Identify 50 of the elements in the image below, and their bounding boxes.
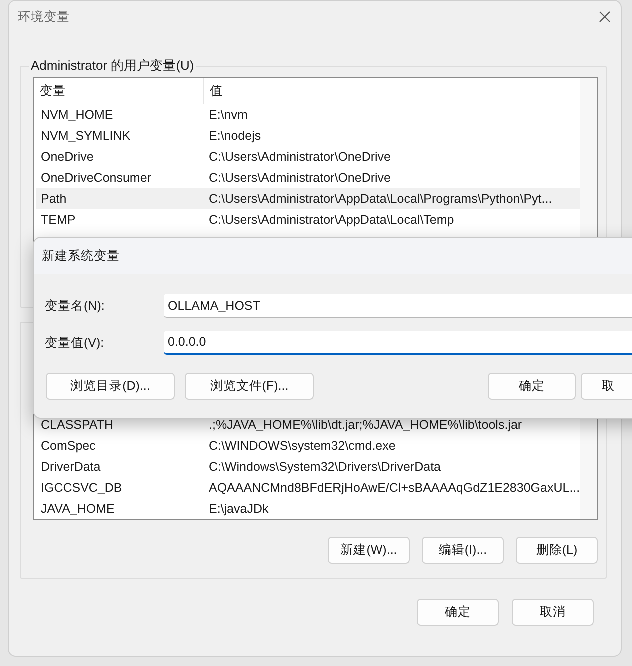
column-header[interactable]: 变量 — [34, 78, 204, 104]
variable-name: TEMP — [40, 212, 77, 226]
variable-name: CLASSPATH — [40, 418, 114, 432]
list-row[interactable]: DriverData C:\Windows\System32\Drivers\DriverData — [36, 456, 583, 477]
list-row[interactable]: TEMP C:\Users\Administrator\AppData\Local\Temp — [36, 209, 583, 230]
list-row[interactable]: OneDriveConsumer C:\Users\Administrator\OneDrive — [36, 167, 583, 188]
window-title: 环境变量 — [18, 8, 70, 26]
variable-value: E:\javaJDk — [208, 502, 270, 516]
variable-name: IGCCSVC_DB — [40, 480, 124, 494]
variable-value: C:\Users\Administrator\OneDrive — [208, 170, 392, 184]
field-label: 变量值(V): — [44, 334, 106, 352]
list-action-button[interactable]: 删除(L) — [516, 537, 598, 564]
dialog-button[interactable]: 取消 — [512, 599, 594, 626]
close-icon[interactable] — [599, 11, 611, 23]
list-action-button[interactable]: 编辑(I)... — [422, 537, 504, 564]
variable-value: C:\WINDOWS\system32\cmd.exe — [208, 438, 397, 452]
variable-name: NVM_HOME — [40, 108, 114, 122]
variable-name: JAVA_HOME — [40, 502, 116, 516]
variable-value: .;%JAVA_HOME%\lib\dt.jar;%JAVA_HOME%\lib\tools.jar — [208, 418, 524, 432]
list-row[interactable]: NVM_HOME E:\nvm — [36, 104, 583, 125]
input-field[interactable]: 0.0.0.0 — [164, 331, 632, 355]
variable-name: NVM_SYMLINK — [40, 128, 132, 142]
variable-value: C:\Users\Administrator\OneDrive — [208, 150, 392, 164]
list-row[interactable]: JAVA_HOME E:\javaJDk — [36, 498, 583, 519]
browse-button[interactable]: 浏览目录(D)... — [46, 373, 175, 400]
variable-name: OneDriveConsumer — [40, 170, 152, 184]
variable-value: AQAAANCMnd8BFdERjHoAwE/Cl+sBAAAAqGdZ1E2830GaxUL... — [208, 480, 582, 494]
list-row[interactable]: OneDrive C:\Users\Administrator\OneDrive — [36, 146, 583, 167]
group-label: Administrator 的用户变量(U) — [30, 57, 196, 75]
list-row[interactable]: IGCCSVC_DB AQAAANCMnd8BFdERjHoAwE/Cl+sBAAAAqGdZ1E2830GaxUL... — [36, 477, 583, 498]
dialog-button[interactable]: 确定 — [417, 599, 499, 626]
browse-button[interactable]: 浏览文件(F)... — [185, 373, 314, 400]
dialog-button[interactable]: 取 — [581, 373, 632, 400]
variable-name: OneDrive — [40, 150, 95, 164]
variable-value: E:\nvm — [208, 108, 249, 122]
list-row[interactable]: Path C:\Users\Administrator\AppData\Local\Programs\Python\Pyt... — [36, 188, 583, 209]
variable-name: Path — [40, 192, 68, 206]
variable-value: C:\Users\Administrator\AppData\Local\Temp — [208, 212, 456, 226]
dialog-button[interactable]: 确定 — [488, 373, 576, 400]
list-row[interactable]: NVM_SYMLINK E:\nodejs — [36, 125, 583, 146]
variable-name: ComSpec — [40, 438, 97, 452]
variable-value: C:\Users\Administrator\AppData\Local\Programs\Python\Pyt... — [208, 192, 554, 206]
field-label: 变量名(N): — [44, 298, 106, 314]
dialog-title: 新建系统变量 — [42, 248, 120, 264]
variable-name: DriverData — [40, 460, 102, 474]
variable-value: E:\nodejs — [208, 128, 262, 142]
variable-value: C:\Windows\System32\Drivers\DriverData — [208, 460, 442, 474]
list-action-button[interactable]: 新建(W)... — [328, 537, 410, 564]
list-row[interactable]: ComSpec C:\WINDOWS\system32\cmd.exe — [36, 435, 583, 456]
input-field[interactable]: OLLAMA_HOST — [164, 294, 632, 318]
